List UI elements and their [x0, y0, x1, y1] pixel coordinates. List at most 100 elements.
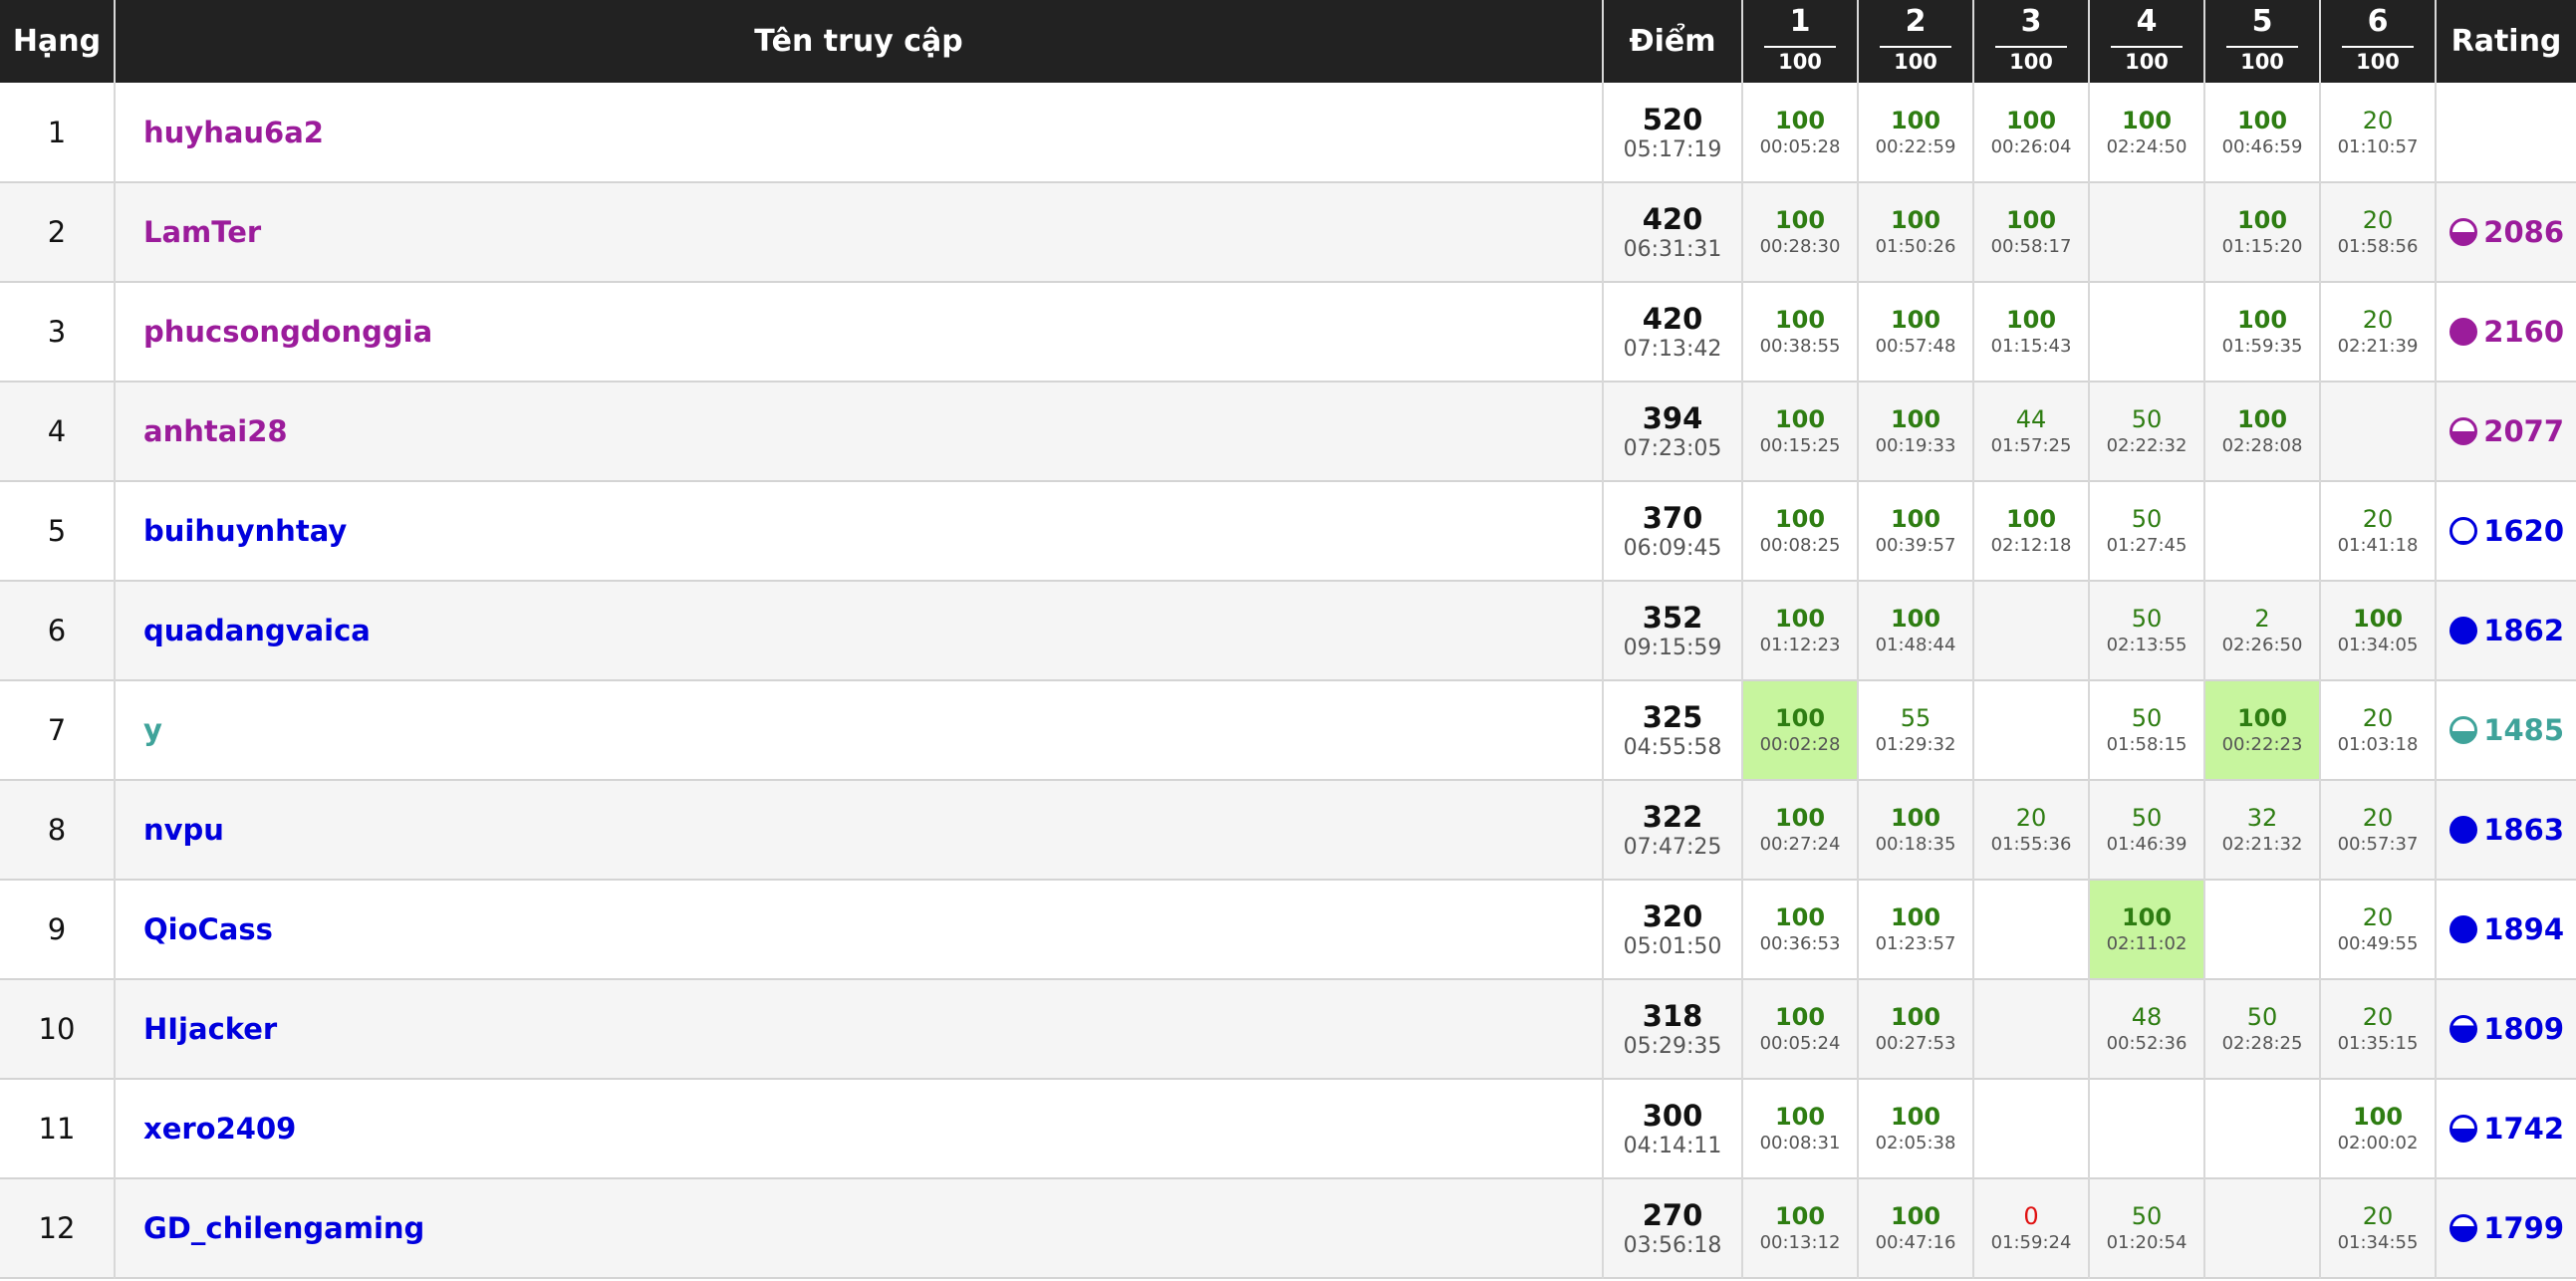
problem-time: 00:08:25	[1759, 535, 1841, 556]
problem-4-cell[interactable]: 50 02:22:32	[2089, 382, 2205, 481]
username-link[interactable]: GD_chilengaming	[115, 1178, 1604, 1278]
problem-5-header[interactable]: 5 100	[2204, 0, 2321, 83]
problem-3-cell[interactable]: 100 00:26:04	[1973, 83, 2090, 182]
rank-cell: 4	[0, 382, 116, 481]
problem-6-header[interactable]: 6 100	[2320, 0, 2437, 83]
username-link[interactable]: buihuynhtay	[115, 481, 1604, 581]
problem-2-cell[interactable]: 100 01:50:26	[1858, 182, 1974, 282]
problem-2-cell[interactable]: 100 00:47:16	[1858, 1178, 1974, 1278]
problem-4-cell[interactable]: 50 01:58:15	[2089, 680, 2205, 780]
problem-1-cell[interactable]: 100 00:27:24	[1742, 780, 1859, 880]
problem-1-cell[interactable]: 100 00:36:53	[1742, 880, 1859, 979]
problem-2-cell[interactable]: 100 00:19:33	[1858, 382, 1974, 481]
username-link[interactable]: LamTer	[115, 182, 1604, 282]
problem-1-header[interactable]: 1 100	[1742, 0, 1859, 83]
problem-1-cell[interactable]: 100 00:28:30	[1742, 182, 1859, 282]
problem-1-cell[interactable]: 100 00:05:28	[1742, 83, 1859, 182]
problem-3-cell[interactable]: 100 00:58:17	[1973, 182, 2090, 282]
problem-score: 20	[2362, 106, 2394, 134]
username-link[interactable]: HIjacker	[115, 979, 1604, 1079]
rating-value: 1799	[2483, 1211, 2564, 1245]
username-link[interactable]: quadangvaica	[115, 581, 1604, 680]
problem-4-cell[interactable]: 100 02:24:50	[2089, 83, 2205, 182]
problem-3-header[interactable]: 3 100	[1973, 0, 2090, 83]
problem-4-cell[interactable]: 48 00:52:36	[2089, 979, 2205, 1079]
problem-5-cell[interactable]: 32 02:21:32	[2204, 780, 2321, 880]
problem-6-cell[interactable]: 20 01:41:18	[2320, 481, 2437, 581]
points-cell: 394 07:23:05	[1603, 382, 1743, 481]
problem-6-cell[interactable]: 100 01:34:05	[2320, 581, 2437, 680]
problem-1-cell[interactable]: 100 01:12:23	[1742, 581, 1859, 680]
problem-2-cell[interactable]: 100 00:39:57	[1858, 481, 1974, 581]
username-link[interactable]: xero2409	[115, 1079, 1604, 1178]
problem-1-cell[interactable]: 100 00:15:25	[1742, 382, 1859, 481]
problem-time: 00:36:53	[1759, 933, 1841, 954]
problem-6-cell[interactable]: 20 01:34:55	[2320, 1178, 2437, 1278]
username-link[interactable]: QioCass	[115, 880, 1604, 979]
rank-cell: 12	[0, 1178, 116, 1278]
problem-5-cell[interactable]: 100 02:28:08	[2204, 382, 2321, 481]
total-points: 520	[1642, 102, 1703, 136]
problem-2-cell[interactable]: 100 00:27:53	[1858, 979, 1974, 1079]
username-link[interactable]: anhtai28	[115, 382, 1604, 481]
rating-header[interactable]: Rating	[2436, 0, 2576, 83]
rating-value: 1809	[2483, 1012, 2564, 1046]
problem-3-cell[interactable]: 44 01:57:25	[1973, 382, 2090, 481]
problem-1-cell[interactable]: 100 00:08:25	[1742, 481, 1859, 581]
problem-number: 2	[1905, 4, 1927, 39]
problem-1-cell[interactable]: 100 00:38:55	[1742, 282, 1859, 382]
problem-score: 100	[2005, 206, 2057, 234]
problem-3-cell[interactable]: 100 02:12:18	[1973, 481, 2090, 581]
problem-3-cell[interactable]: 20 01:55:36	[1973, 780, 2090, 880]
problem-4-header[interactable]: 4 100	[2089, 0, 2205, 83]
problem-2-cell[interactable]: 100 01:48:44	[1858, 581, 1974, 680]
problem-4-cell[interactable]: 100 02:11:02	[2089, 880, 2205, 979]
problem-6-cell[interactable]: 20 02:21:39	[2320, 282, 2437, 382]
problem-4-cell[interactable]: 50 01:46:39	[2089, 780, 2205, 880]
problem-2-cell[interactable]: 100 00:22:59	[1858, 83, 1974, 182]
points-header[interactable]: Điểm	[1603, 0, 1743, 83]
problem-2-cell[interactable]: 100 02:05:38	[1858, 1079, 1974, 1178]
username-header[interactable]: Tên truy cập	[115, 0, 1604, 83]
problem-score: 100	[1774, 1202, 1826, 1230]
problem-6-cell[interactable]: 20 01:58:56	[2320, 182, 2437, 282]
table-row: 4 anhtai28 394 07:23:05 100 00:15:25 100 00:19:…	[0, 382, 2576, 481]
problem-1-cell[interactable]: 100 00:13:12	[1742, 1178, 1859, 1278]
problem-3-cell[interactable]: 0 01:59:24	[1973, 1178, 2090, 1278]
problem-time: 00:27:53	[1875, 1033, 1956, 1054]
problem-3-cell	[1973, 880, 2090, 979]
problem-6-cell[interactable]: 20 00:49:55	[2320, 880, 2437, 979]
problem-4-cell[interactable]: 50 01:20:54	[2089, 1178, 2205, 1278]
problem-5-cell[interactable]: 2 02:26:50	[2204, 581, 2321, 680]
problem-6-cell[interactable]: 20 01:10:57	[2320, 83, 2437, 182]
problem-3-cell[interactable]: 100 01:15:43	[1973, 282, 2090, 382]
problem-5-cell[interactable]: 50 02:28:25	[2204, 979, 2321, 1079]
username-link[interactable]: phucsongdonggia	[115, 282, 1604, 382]
problem-6-cell[interactable]: 100 02:00:02	[2320, 1079, 2437, 1178]
problem-6-cell[interactable]: 20 00:57:37	[2320, 780, 2437, 880]
problem-1-cell[interactable]: 100 00:02:28	[1742, 680, 1859, 780]
problem-time: 01:15:43	[1990, 336, 2072, 357]
problem-2-cell[interactable]: 100 00:18:35	[1858, 780, 1974, 880]
problem-score: 20	[2015, 804, 2047, 832]
problem-1-cell[interactable]: 100 00:05:24	[1742, 979, 1859, 1079]
problem-5-cell[interactable]: 100 01:59:35	[2204, 282, 2321, 382]
username-link[interactable]: y	[115, 680, 1604, 780]
username-link[interactable]: nvpu	[115, 780, 1604, 880]
problem-3-cell	[1973, 979, 2090, 1079]
problem-2-cell[interactable]: 100 01:23:57	[1858, 880, 1974, 979]
problem-1-cell[interactable]: 100 00:08:31	[1742, 1079, 1859, 1178]
problem-5-cell[interactable]: 100 01:15:20	[2204, 182, 2321, 282]
problem-time: 02:28:25	[2221, 1033, 2303, 1054]
problem-2-header[interactable]: 2 100	[1858, 0, 1974, 83]
rank-header[interactable]: Hạng	[0, 0, 116, 83]
problem-5-cell[interactable]: 100 00:46:59	[2204, 83, 2321, 182]
problem-4-cell[interactable]: 50 02:13:55	[2089, 581, 2205, 680]
problem-4-cell[interactable]: 50 01:27:45	[2089, 481, 2205, 581]
problem-2-cell[interactable]: 100 00:57:48	[1858, 282, 1974, 382]
username-link[interactable]: huyhau6a2	[115, 83, 1604, 182]
problem-6-cell[interactable]: 20 01:35:15	[2320, 979, 2437, 1079]
problem-2-cell[interactable]: 55 01:29:32	[1858, 680, 1974, 780]
problem-5-cell[interactable]: 100 00:22:23	[2204, 680, 2321, 780]
problem-6-cell[interactable]: 20 01:03:18	[2320, 680, 2437, 780]
